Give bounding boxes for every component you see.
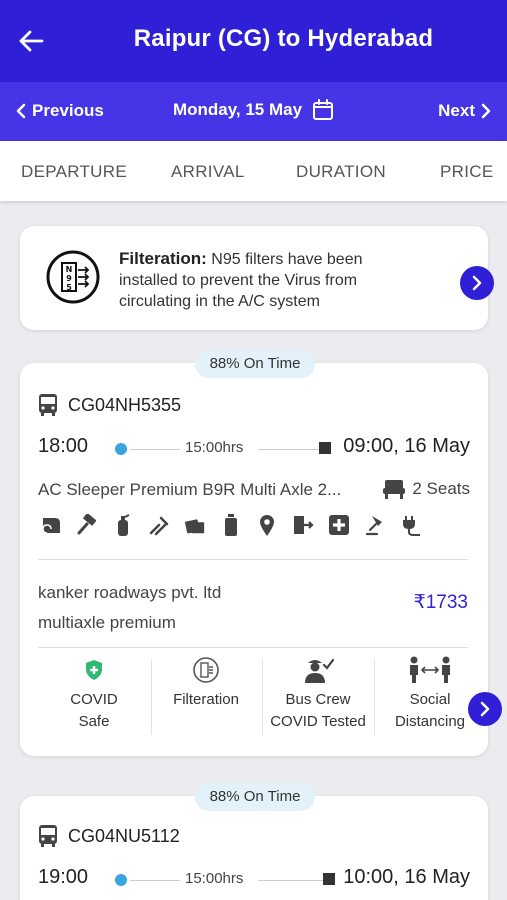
seats-count: 2 Seats (412, 479, 470, 498)
journey-duration: 15:00hrs (185, 439, 244, 456)
date-navigation: Previous Monday, 15 May Next (0, 82, 507, 141)
timeline-line (130, 449, 180, 450)
fire-extinguisher-icon (112, 513, 134, 537)
notice-text: Filteration: N95 filters have been insta… (119, 248, 419, 312)
features-next-button[interactable] (468, 692, 502, 726)
feature-label: Filteration (173, 691, 239, 708)
chevron-right-icon (472, 275, 482, 291)
calendar-icon (313, 99, 334, 120)
back-arrow-icon[interactable] (14, 24, 48, 58)
sort-bar: DEPARTURE ARRIVAL DURATION PRICE (0, 141, 507, 201)
charging-cable-icon (148, 513, 170, 537)
page-title: Raipur (CG) to Hyderabad (133, 25, 434, 52)
journey-timeline: 18:00 15:00hrs 09:00, 16 May (38, 435, 470, 461)
n95-filter-icon: N 9 5 (46, 250, 100, 304)
operator-subtitle: multiaxle premium (38, 613, 176, 632)
amenities-row (40, 513, 422, 537)
arrival-time: 09:00, 16 May (343, 435, 470, 457)
next-day-button[interactable]: Next (438, 101, 491, 121)
feature-filteration: Filteration (150, 655, 262, 711)
departure-dot (115, 443, 127, 455)
safety-features: COVID Safe Filteration Bus Crew COVID Te… (20, 655, 488, 735)
svg-text:N: N (66, 265, 73, 274)
svg-text:5: 5 (66, 283, 72, 292)
crew-tested-icon (305, 658, 334, 683)
bus-icon (39, 394, 57, 416)
emergency-exit-icon (292, 513, 314, 537)
feature-label: COVID Tested (270, 713, 366, 730)
sort-price[interactable]: PRICE (440, 162, 493, 182)
feature-label: Bus Crew (285, 691, 351, 708)
selected-date: Monday, 15 May (172, 100, 303, 119)
social-distancing-icon (410, 656, 450, 683)
app-header: Raipur (CG) to Hyderabad (0, 0, 507, 82)
journey-duration: 15:00hrs (185, 870, 244, 887)
filter-icon (193, 657, 219, 683)
bus-number-row: CG04NH5355 (38, 393, 181, 417)
svg-text:9: 9 (66, 274, 72, 283)
next-label: Next (438, 101, 475, 120)
bus-card[interactable]: CG04NU5112 19:00 15:00hrs 10:00, 16 May (20, 796, 488, 900)
bus-card[interactable]: CG04NH5355 18:00 15:00hrs 09:00, 16 May … (20, 363, 502, 756)
departure-time: 19:00 (38, 866, 89, 888)
bus-type: AC Sleeper Premium B9R Multi Axle 2... (38, 480, 342, 499)
bus-icon (39, 825, 57, 847)
timeline-line (258, 880, 328, 881)
journey-timeline: 19:00 15:00hrs 10:00, 16 May (38, 866, 470, 892)
feature-covid-safe: COVID Safe (38, 655, 150, 733)
hammer-icon (76, 513, 98, 537)
date-picker[interactable]: Monday, 15 May (0, 99, 507, 121)
departure-time: 18:00 (38, 435, 89, 457)
arrival-marker (323, 873, 335, 885)
arrival-time: 10:00, 16 May (343, 866, 470, 888)
reading-light-icon (364, 513, 386, 537)
movie-icon (184, 513, 206, 537)
first-aid-icon (328, 513, 350, 537)
timeline-line (130, 880, 180, 881)
blanket-icon (40, 513, 62, 537)
chevron-right-icon (481, 103, 491, 119)
notice-heading: Filteration: (119, 249, 207, 268)
notice-next-button[interactable] (460, 266, 494, 300)
sort-departure[interactable]: DEPARTURE (21, 162, 127, 182)
location-pin-icon (256, 513, 278, 537)
seats-available: 2 Seats (382, 478, 470, 500)
feature-label: Safe (78, 713, 110, 730)
chevron-right-icon (480, 701, 490, 717)
operator-info: kanker roadways pvt. ltd multiaxle premi… (38, 578, 221, 638)
bus-number: CG04NH5355 (68, 394, 182, 415)
water-bottle-icon (220, 513, 242, 537)
feature-crew-tested: Bus Crew COVID Tested (262, 655, 374, 733)
on-time-badge: 88% On Time (195, 350, 315, 378)
divider (38, 647, 468, 648)
operator-name: kanker roadways pvt. ltd (38, 583, 222, 602)
on-time-badge: 88% On Time (195, 783, 315, 811)
filteration-notice-card[interactable]: N 9 5 Filteration: N95 filters have been… (20, 226, 494, 330)
seat-icon (383, 480, 406, 499)
charging-point-icon (400, 513, 422, 537)
feature-social-distancing: Social Distancing (374, 655, 486, 733)
sort-arrival[interactable]: ARRIVAL (171, 162, 245, 182)
arrival-marker (319, 442, 331, 454)
divider (38, 559, 468, 560)
covid-shield-icon (86, 660, 102, 680)
feature-label: COVID (70, 691, 118, 708)
sort-duration[interactable]: DURATION (296, 162, 386, 182)
bus-number: CG04NU5112 (68, 825, 180, 846)
timeline-line (258, 449, 328, 450)
bus-number-row: CG04NU5112 (38, 824, 180, 848)
departure-dot (115, 874, 127, 886)
fare-price: ₹1733 (413, 592, 468, 613)
